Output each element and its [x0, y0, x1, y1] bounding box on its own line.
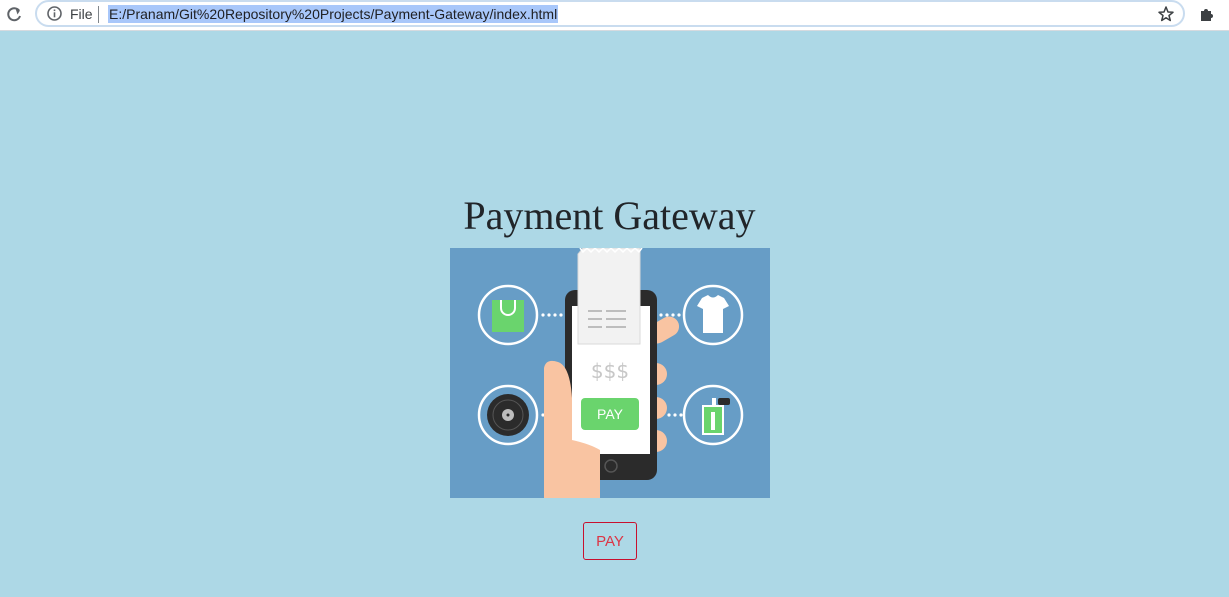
payment-illustration: $$$ PAY [450, 248, 770, 498]
page-title: Payment Gateway [463, 193, 756, 238]
reload-button[interactable] [4, 5, 24, 25]
url-scheme-label: File [70, 6, 93, 22]
info-icon[interactable] [46, 5, 63, 22]
pay-button[interactable]: PAY [583, 522, 637, 560]
bookmark-star-icon[interactable] [1157, 5, 1175, 23]
address-bar[interactable]: File E:/Pranam/Git%20Repository%20Projec… [35, 0, 1185, 27]
extensions-puzzle-icon[interactable] [1198, 5, 1216, 23]
vinyl-record-icon [477, 384, 539, 446]
address-divider [98, 6, 99, 23]
receipt-amount: $$$ [591, 359, 629, 383]
browser-toolbar: File E:/Pranam/Git%20Repository%20Projec… [0, 0, 1229, 31]
url-text[interactable]: E:/Pranam/Git%20Repository%20Projects/Pa… [108, 5, 559, 23]
reload-icon [7, 7, 21, 22]
phone-pay-label: PAY [597, 406, 624, 422]
